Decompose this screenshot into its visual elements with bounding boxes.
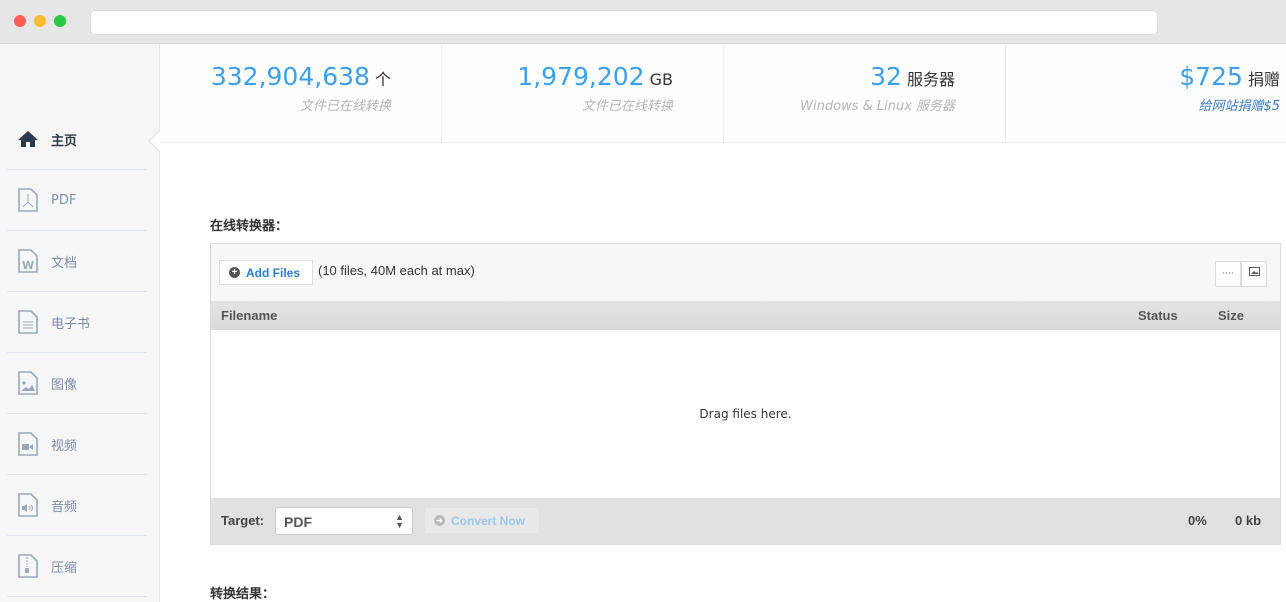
target-format-value: PDF <box>284 514 312 530</box>
stat-servers: 32 服务器 Windows & Linux 服务器 <box>724 44 1007 142</box>
minimize-window-button[interactable] <box>34 15 46 27</box>
donate-link[interactable]: 给网站捐赠$5 <box>1006 95 1280 114</box>
sidebar-item-label: 压缩 <box>51 560 78 576</box>
text-file-icon <box>18 310 38 334</box>
column-size: Size <box>1218 308 1245 323</box>
uploader-footer: Target: PDF ▲ ▼ ➜ Convert Now 0% 0 kb <box>211 498 1280 544</box>
list-view-button[interactable]: ···· <box>1215 261 1241 287</box>
sidebar-item-archive[interactable]: 压缩 <box>7 536 147 597</box>
browser-chrome <box>0 0 1286 44</box>
upload-limit-text: (10 files, 40M each at max) <box>318 263 475 278</box>
stat-value: 332,904,638 <box>210 62 370 91</box>
address-bar[interactable] <box>90 10 1158 35</box>
converter-title: 在线转换器： <box>210 219 289 234</box>
image-file-icon <box>18 371 38 395</box>
sidebar-item-label: 音频 <box>51 499 78 515</box>
stat-files: 332,904,638 个文件已在线转换 <box>160 44 443 142</box>
pdf-file-icon <box>18 188 38 212</box>
sidebar-item-ebook[interactable]: 电子书 <box>7 292 147 353</box>
active-indicator-fill <box>150 131 160 151</box>
svg-text:W: W <box>22 259 34 272</box>
stat-value: 32 <box>870 62 902 91</box>
stat-unit: 服务器 <box>907 70 956 89</box>
total-progress: 0% <box>1188 513 1207 528</box>
target-label: Target: <box>221 513 265 528</box>
stat-value: 1,979,202 <box>517 62 645 91</box>
stat-donations: $725 捐赠给网站捐赠$5 <box>1006 44 1286 142</box>
sidebar-item-label: 主页 <box>51 133 78 149</box>
sidebar-item-pdf[interactable]: PDF <box>7 170 147 231</box>
uploader-toolbar: + Add Files (10 files, 40M each at max) ·… <box>211 244 1280 301</box>
sidebar-item-label: 文档 <box>51 255 78 271</box>
maximize-window-button[interactable] <box>54 15 66 27</box>
audio-file-icon <box>18 493 38 517</box>
convert-now-label: Convert Now <box>451 513 526 528</box>
video-file-icon <box>18 432 38 456</box>
total-size: 0 kb <box>1235 513 1262 528</box>
sidebar-item-label: PDF <box>51 192 77 208</box>
target-format-select[interactable]: PDF ▲ ▼ <box>275 507 413 535</box>
drop-zone[interactable]: Drag files here. <box>211 330 1280 498</box>
sidebar-item-label: 视频 <box>51 438 78 454</box>
plus-circle-icon: + <box>229 267 240 278</box>
drop-zone-text: Drag files here. <box>699 407 792 421</box>
column-status: Status <box>1138 308 1178 323</box>
thumbnail-view-button[interactable] <box>1241 261 1267 287</box>
sidebar-item-home[interactable]: 主页 <box>7 109 147 170</box>
select-arrows-icon: ▲ ▼ <box>395 512 404 530</box>
column-filename: Filename <box>221 308 278 323</box>
add-files-label: Add Files <box>246 265 301 280</box>
archive-file-icon <box>18 554 38 578</box>
sidebar-item-label: 图像 <box>51 377 78 393</box>
stats-bar: 332,904,638 个文件已在线转换 1,979,202 GB 文件已在线转换… <box>160 44 1286 143</box>
stat-unit: 个 <box>375 70 392 89</box>
sidebar-item-video[interactable]: 视频 <box>7 414 147 475</box>
sidebar-item-image[interactable]: 图像 <box>7 353 147 414</box>
sidebar-item-audio[interactable]: 音频 <box>7 475 147 536</box>
convert-now-button[interactable]: ➜ Convert Now <box>425 508 539 533</box>
home-icon <box>18 131 38 147</box>
arrow-circle-icon: ➜ <box>434 515 445 526</box>
stat-unit: 捐赠 <box>1248 70 1281 89</box>
stat-size: 1,979,202 GB 文件已在线转换 <box>442 44 725 142</box>
sidebar-item-label: 电子书 <box>51 316 91 332</box>
sidebar-item-document[interactable]: W 文档 <box>7 231 147 292</box>
stat-caption: 文件已在线转换 <box>300 99 392 114</box>
list-view-icon: ···· <box>1222 269 1234 279</box>
stat-value: $725 <box>1179 62 1243 91</box>
add-files-button[interactable]: + Add Files <box>219 260 313 285</box>
stat-unit: GB <box>649 70 674 89</box>
close-window-button[interactable] <box>14 15 26 27</box>
sidebar: 主页 PDF W 文档 电子书 图像 视频 音频 压缩 <box>0 44 160 602</box>
stat-caption: 文件已在线转换 <box>582 99 674 114</box>
stat-caption: Windows & Linux 服务器 <box>800 99 956 114</box>
word-file-icon: W <box>18 249 38 273</box>
results-title: 转换结果： <box>210 587 276 602</box>
file-uploader: + Add Files (10 files, 40M each at max) ·… <box>210 243 1281 545</box>
image-icon <box>1248 267 1260 276</box>
file-table-header: Filename Status Size <box>211 301 1280 330</box>
